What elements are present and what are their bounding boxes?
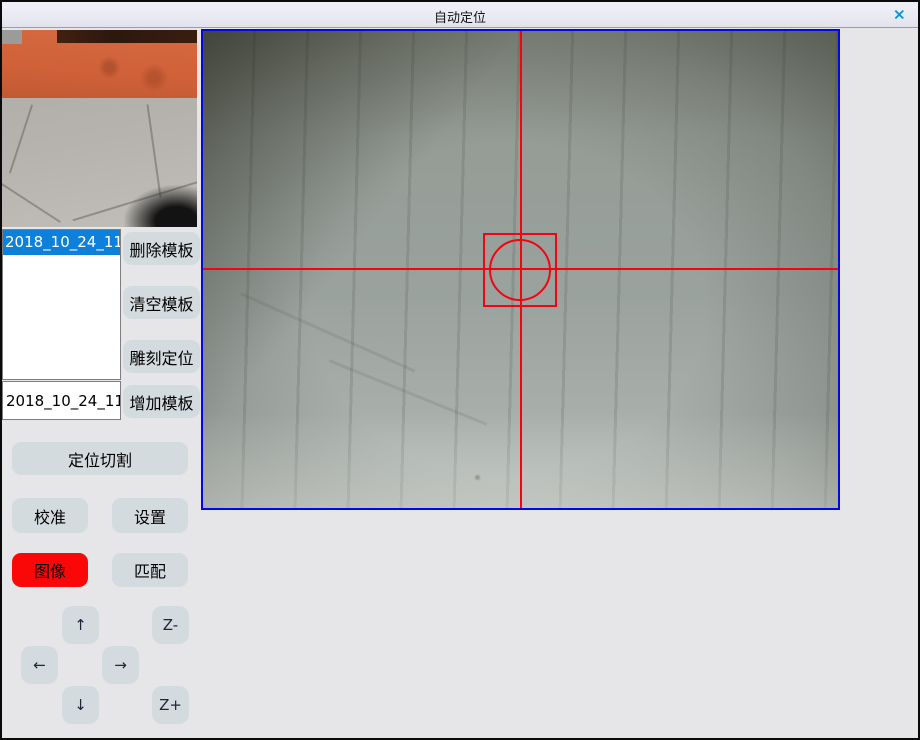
thumbnail-tile-line bbox=[9, 104, 33, 173]
camera-dust-spot bbox=[474, 474, 481, 481]
calibrate-button[interactable]: 校准 bbox=[12, 498, 88, 533]
settings-button[interactable]: 设置 bbox=[112, 498, 188, 533]
z-minus-button[interactable]: Z- bbox=[152, 606, 189, 644]
template-thumbnail bbox=[2, 30, 197, 227]
image-button[interactable]: 图像 bbox=[12, 553, 88, 587]
thumbnail-tile-line bbox=[146, 104, 161, 197]
jog-left-button[interactable]: ← bbox=[21, 646, 58, 684]
delete-template-button[interactable]: 删除模板 bbox=[123, 232, 200, 265]
z-plus-button[interactable]: Z+ bbox=[152, 686, 189, 724]
jog-up-button[interactable]: ↑ bbox=[62, 606, 99, 644]
engrave-position-button[interactable]: 雕刻定位 bbox=[123, 340, 200, 373]
jog-down-button[interactable]: ↓ bbox=[62, 686, 99, 724]
add-template-button[interactable]: 增加模板 bbox=[123, 385, 200, 418]
close-icon[interactable]: ✕ bbox=[888, 5, 910, 25]
jog-right-button[interactable]: → bbox=[102, 646, 139, 684]
thumbnail-grey-block bbox=[2, 30, 22, 44]
thumbnail-tile-line bbox=[2, 183, 61, 223]
camera-view[interactable] bbox=[201, 29, 840, 510]
thumbnail-dark-object bbox=[124, 185, 197, 227]
titlebar: 自动定位 ✕ bbox=[2, 2, 918, 28]
clear-templates-button[interactable]: 清空模板 bbox=[123, 286, 200, 319]
auto-position-dialog: 自动定位 ✕ 2018_10_24_11 删除模板 清空模板 雕刻定位 增加模板… bbox=[0, 0, 920, 740]
dialog-title: 自动定位 bbox=[2, 7, 918, 26]
position-cut-button[interactable]: 定位切割 bbox=[12, 442, 188, 475]
thumbnail-dark-strip bbox=[57, 30, 197, 43]
list-item[interactable]: 2018_10_24_11 bbox=[3, 230, 120, 255]
template-name-input[interactable] bbox=[2, 381, 121, 420]
target-circle-overlay bbox=[489, 239, 551, 301]
template-list[interactable]: 2018_10_24_11 bbox=[2, 229, 121, 380]
match-button[interactable]: 匹配 bbox=[112, 553, 188, 587]
